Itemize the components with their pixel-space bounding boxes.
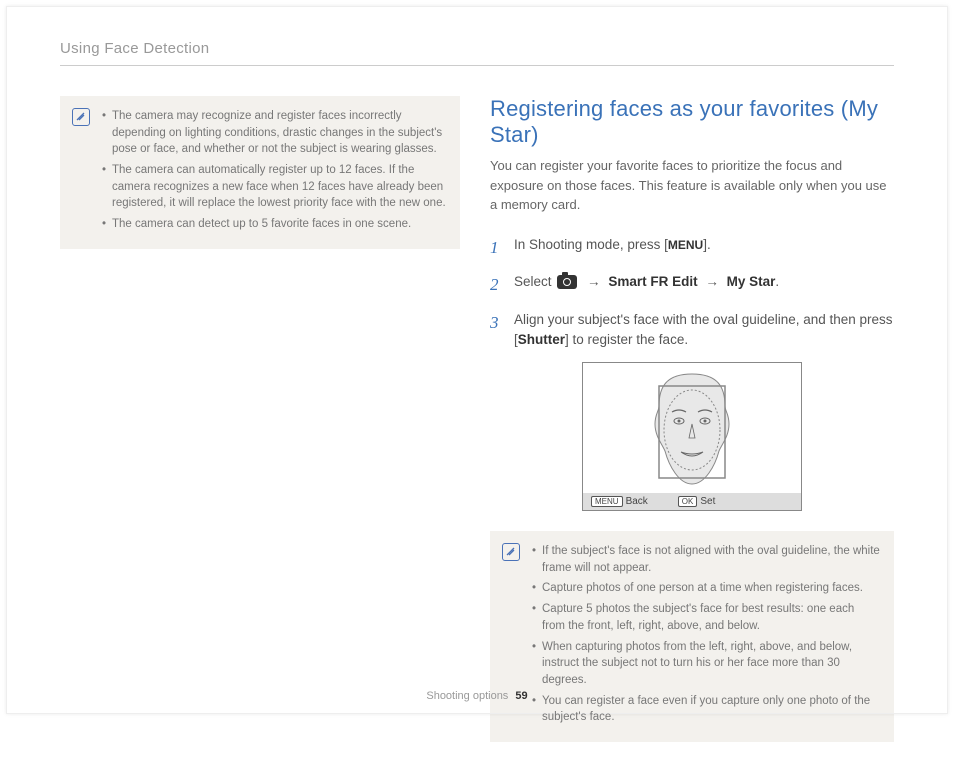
section-intro: You can register your favorite faces to … [490,156,894,215]
note-item: Capture 5 photos the subject's face for … [532,601,880,634]
screen-figure: MENUBack OKSet [582,362,802,511]
step-1: 1 In Shooting mode, press [MENU]. [490,235,894,261]
left-column: The camera may recognize and register fa… [60,96,460,742]
menu-label: MENU [668,238,703,252]
camera-icon [557,275,577,289]
face-illustration [637,366,747,491]
step-3: 3 Align your subject's face with the ova… [490,310,894,351]
note-item: The camera may recognize and register fa… [102,108,446,158]
step-number: 1 [490,235,504,261]
step-text: In Shooting mode, press [MENU]. [514,235,711,261]
step-number: 3 [490,310,504,351]
step-text: Align your subject's face with the oval … [514,310,894,351]
face-preview [583,363,801,493]
page-header: Using Face Detection [60,40,894,66]
note-box-left: The camera may recognize and register fa… [60,96,460,249]
step-number: 2 [490,272,504,298]
note-item: If the subject's face is not aligned wit… [532,543,880,576]
step-text: Select → Smart FR Edit → My Star. [514,272,779,298]
step-list: 1 In Shooting mode, press [MENU]. 2 Sele… [490,235,894,351]
menu-tag: MENU [591,496,623,507]
set-control: OKSet [678,496,716,507]
step-2: 2 Select → Smart FR Edit → My Star. [490,272,894,298]
right-column: Registering faces as your favorites (My … [490,96,894,742]
note-item: The camera can detect up to 5 favorite f… [102,216,446,233]
section-title: Registering faces as your favorites (My … [490,96,894,148]
note-icon [72,108,90,126]
note-box-right: If the subject's face is not aligned wit… [490,531,894,742]
note-item: When capturing photos from the left, rig… [532,639,880,689]
note-item: The camera can automatically register up… [102,162,446,212]
page-footer: Shooting options 59 [0,690,954,702]
note-list-left: The camera may recognize and register fa… [100,108,446,237]
manual-page: Using Face Detection The camera may reco… [0,0,954,772]
ok-tag: OK [678,496,698,507]
shutter-label: Shutter [518,332,565,347]
note-item: Capture photos of one person at a time w… [532,580,880,597]
back-control: MENUBack [591,496,648,507]
menu-option: My Star [727,274,776,289]
page-number: 59 [515,690,527,702]
menu-option: Smart FR Edit [608,274,697,289]
camera-screen: MENUBack OKSet [582,362,802,511]
footer-section: Shooting options [426,690,508,702]
note-icon [502,543,520,561]
screen-status-bar: MENUBack OKSet [583,493,801,510]
